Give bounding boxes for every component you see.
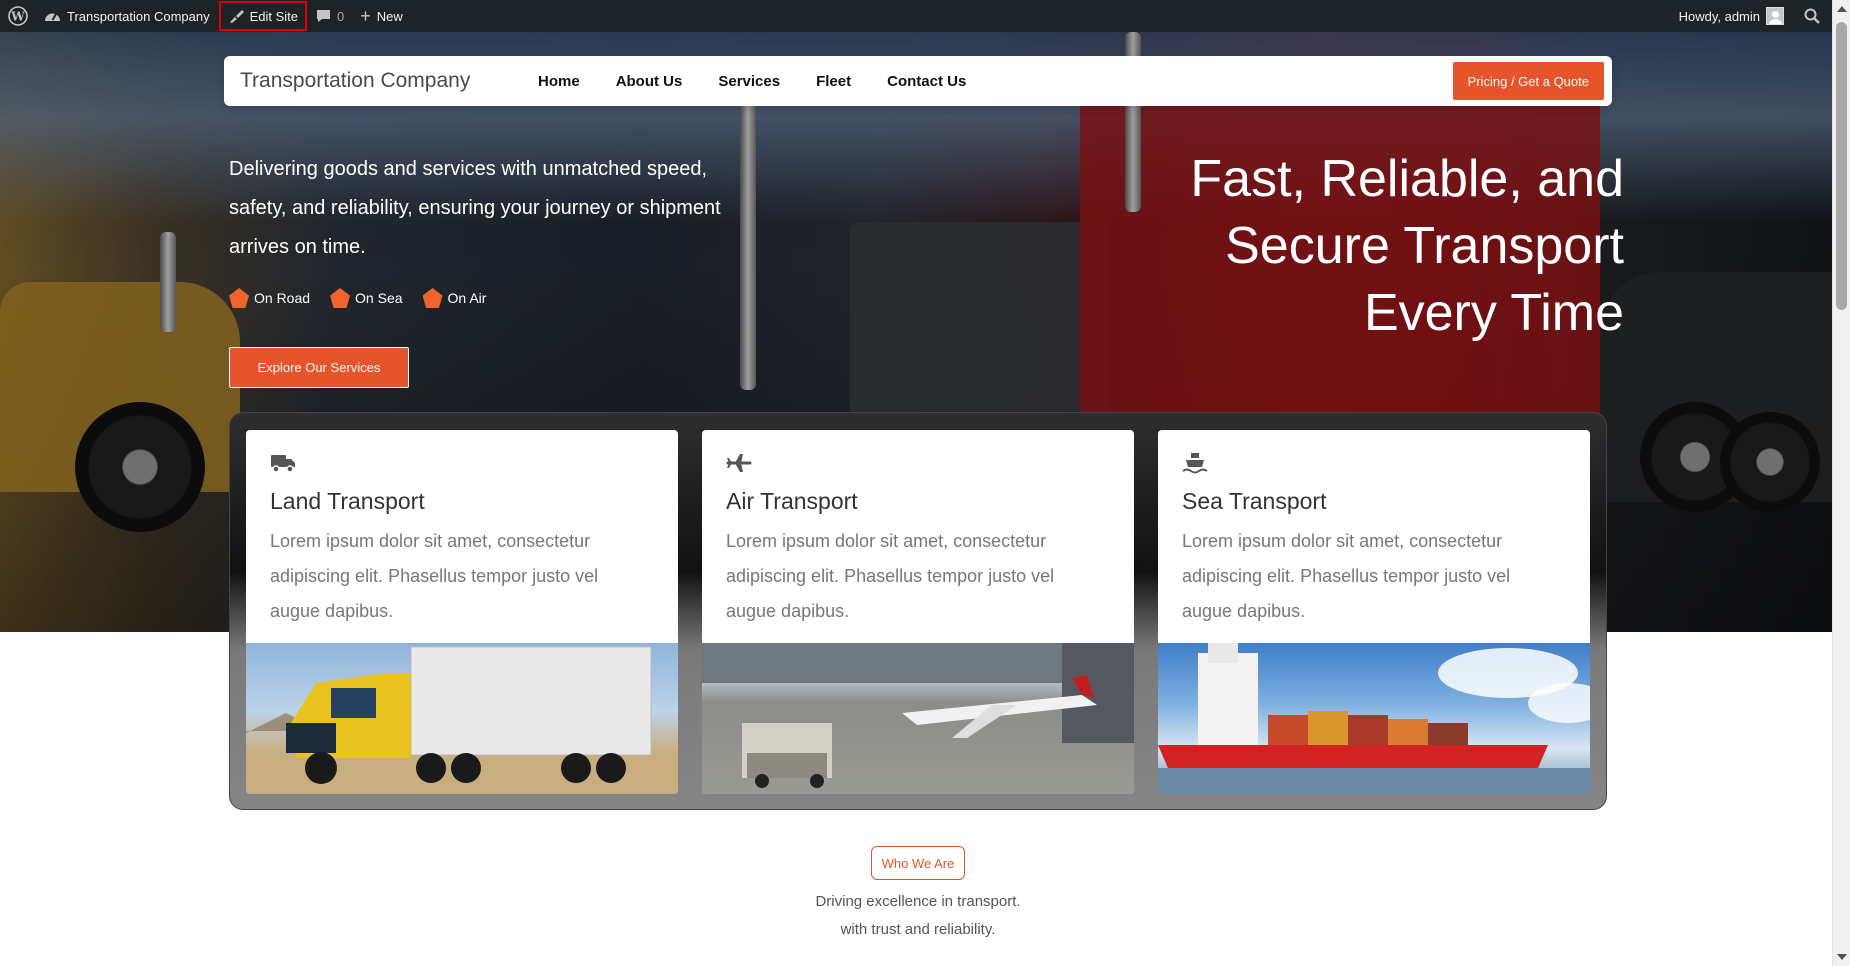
menu-item-contact-us[interactable]: Contact Us bbox=[887, 73, 966, 90]
menu-item-fleet[interactable]: Fleet bbox=[816, 73, 851, 90]
services-cards-panel: Land Transport Lorem ipsum dolor sit ame… bbox=[229, 412, 1607, 810]
sea-transport-image bbox=[1158, 643, 1590, 794]
hero-heading-line: Every Time bbox=[1363, 284, 1624, 342]
menu-item-home[interactable]: Home bbox=[538, 73, 580, 90]
pentagon-icon bbox=[422, 288, 443, 308]
menu-item-about-us[interactable]: About Us bbox=[616, 73, 683, 90]
scroll-up-arrow-icon[interactable] bbox=[1837, 6, 1847, 12]
svg-text:W: W bbox=[10, 10, 25, 24]
admin-search[interactable] bbox=[1792, 0, 1832, 32]
page-scrollbar[interactable] bbox=[1832, 0, 1850, 966]
card-text: Lorem ipsum dolor sit amet, consectetur … bbox=[726, 531, 1055, 621]
who-we-are-text: Driving excellence in transport. with tr… bbox=[718, 888, 1118, 944]
search-icon bbox=[1804, 8, 1820, 24]
who-we-are-line: Driving excellence in transport. bbox=[815, 893, 1021, 910]
dashboard-icon bbox=[45, 13, 60, 21]
card-text: Lorem ipsum dolor sit amet, consectetur … bbox=[1182, 531, 1511, 621]
land-transport-image bbox=[246, 643, 678, 794]
hero-heading-line: Fast, Reliable, and bbox=[1190, 150, 1624, 208]
comments-count: 0 bbox=[337, 8, 345, 24]
card-text: Lorem ipsum dolor sit amet, consectetur … bbox=[270, 531, 599, 621]
edit-site-button[interactable]: Edit Site bbox=[218, 0, 308, 32]
tag-on-sea: On Sea bbox=[330, 288, 403, 308]
card-title: Air Transport bbox=[726, 488, 858, 514]
transport-tags: On Road On Sea On Air bbox=[229, 288, 486, 308]
my-account-link[interactable]: Howdy, admin bbox=[1671, 0, 1792, 32]
site-title[interactable]: Transportation Company bbox=[232, 69, 532, 93]
new-content-link[interactable]: + New bbox=[352, 0, 411, 32]
explore-services-button[interactable]: Explore Our Services bbox=[229, 347, 409, 388]
pentagon-icon bbox=[229, 288, 249, 308]
comment-icon bbox=[317, 10, 331, 22]
admin-site-name: Transportation Company bbox=[67, 8, 210, 24]
tag-label: On Sea bbox=[355, 290, 403, 306]
main-menu: Home About Us Services Fleet Contact Us bbox=[538, 73, 966, 90]
scrollbar-thumb[interactable] bbox=[1836, 22, 1847, 310]
card-land-transport[interactable]: Land Transport Lorem ipsum dolor sit ame… bbox=[246, 430, 678, 794]
admin-site-link[interactable]: Transportation Company bbox=[36, 0, 218, 32]
wordpress-logo-icon[interactable]: W bbox=[0, 0, 36, 32]
menu-item-services[interactable]: Services bbox=[718, 73, 780, 90]
ship-icon bbox=[1182, 453, 1208, 474]
truck-icon bbox=[271, 455, 295, 473]
scroll-down-arrow-icon[interactable] bbox=[1837, 954, 1847, 960]
plus-icon: + bbox=[360, 6, 371, 26]
brush-icon bbox=[229, 10, 244, 23]
comments-link[interactable]: 0 bbox=[308, 0, 352, 32]
hero-heading: Fast, Reliable, and Secure Transport Eve… bbox=[1004, 146, 1624, 347]
card-air-transport[interactable]: Air Transport Lorem ipsum dolor sit amet… bbox=[702, 430, 1134, 794]
tag-label: On Road bbox=[254, 290, 311, 306]
new-label: New bbox=[376, 8, 403, 24]
pentagon-icon bbox=[330, 288, 351, 308]
card-title: Sea Transport bbox=[1182, 488, 1327, 514]
tag-label: On Air bbox=[447, 290, 487, 306]
hero-description: Delivering goods and services with unmat… bbox=[229, 158, 721, 258]
pricing-quote-button[interactable]: Pricing / Get a Quote bbox=[1452, 62, 1604, 100]
card-title: Land Transport bbox=[270, 488, 425, 514]
hero-heading-line: Secure Transport bbox=[1225, 217, 1624, 275]
avatar bbox=[1766, 7, 1784, 25]
card-sea-transport[interactable]: Sea Transport Lorem ipsum dolor sit amet… bbox=[1158, 430, 1590, 794]
wp-admin-bar: W Transportation Company Edit Site 0 + N… bbox=[0, 0, 1832, 32]
plane-icon bbox=[726, 454, 752, 472]
tag-on-air: On Air bbox=[422, 288, 487, 308]
who-we-are-badge: Who We Are bbox=[871, 846, 965, 880]
howdy-text: Howdy, admin bbox=[1678, 8, 1760, 24]
site-header: Transportation Company Home About Us Ser… bbox=[224, 56, 1612, 106]
edit-site-label: Edit Site bbox=[249, 8, 299, 24]
air-transport-image bbox=[702, 643, 1134, 794]
who-we-are-line: with trust and reliability. bbox=[840, 921, 996, 938]
tag-on-road: On Road bbox=[229, 288, 310, 308]
